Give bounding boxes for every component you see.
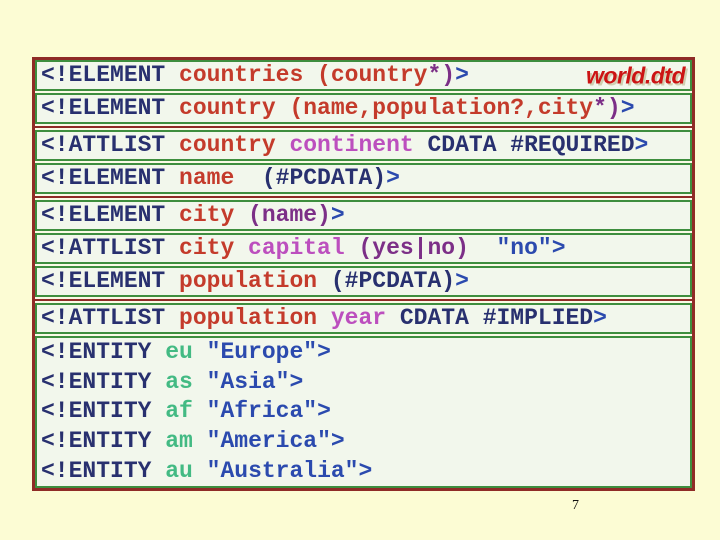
code-token: countries (country (179, 62, 428, 88)
code-token: "Asia"> (206, 368, 304, 395)
code-token: country (179, 132, 290, 158)
code-token: (#PCDATA) (248, 165, 387, 191)
code-token: <!ATTLIST (41, 305, 180, 331)
code-token: <!ENTITY (41, 398, 166, 425)
code-token: <!ELEMENT (41, 268, 180, 294)
dtd-line: <!ELEMENT name (#PCDATA) > (35, 163, 692, 194)
code-token: <!ENTITY (41, 368, 166, 395)
code-token: country (name,population?,city (179, 95, 594, 121)
code-token: *) (593, 95, 621, 121)
code-token: *) (427, 62, 456, 88)
dtd-line: <!ENTITY af "Africa"> (41, 397, 690, 426)
code-token: eu (165, 339, 207, 366)
dtd-line: <!ATTLIST city capital (yes|no) "no"> (35, 233, 692, 264)
group-divider (35, 126, 692, 128)
code-token: <!ENTITY (41, 339, 166, 366)
code-token: <!ATTLIST (41, 235, 180, 261)
group-divider (35, 299, 692, 301)
code-token: <!ENTITY (41, 457, 166, 484)
dtd-code-box: <!ELEMENT countries (country *) > world.dtd… (32, 57, 695, 491)
code-token: <!ELEMENT (41, 62, 180, 88)
code-token: "Europe"> (206, 339, 331, 366)
code-token: population (179, 268, 331, 294)
code-token: population (179, 305, 331, 331)
code-token: continent (289, 132, 428, 158)
code-token: capital (248, 235, 359, 261)
code-token: <!ELEMENT (41, 95, 180, 121)
code-token: as (165, 368, 207, 395)
dtd-line: <!ENTITY am "America"> (41, 427, 690, 456)
group-divider (35, 196, 692, 198)
code-token: <!ENTITY (41, 428, 166, 455)
code-token: > (455, 268, 469, 294)
code-token: > (455, 62, 469, 88)
code-token: CDATA #IMPLIED (399, 305, 594, 331)
page-number: 7 (572, 498, 579, 513)
code-token: > (330, 202, 345, 228)
code-token: "Australia"> (206, 457, 373, 484)
code-token: > (620, 95, 635, 121)
code-token: year (330, 305, 400, 331)
code-token: (yes|no) (358, 235, 469, 261)
dtd-line: <!ENTITY eu "Europe"> (41, 338, 690, 367)
code-token: CDATA #REQUIRED (427, 132, 635, 158)
code-token: name (179, 165, 249, 191)
dtd-line: <!ELEMENT population (#PCDATA) > (35, 266, 692, 297)
code-token: > (593, 305, 607, 331)
code-token: "no"> (468, 235, 566, 261)
entity-group: <!ENTITY eu "Europe"> <!ENTITY as "Asia">… (35, 336, 692, 488)
dtd-line: <!ATTLIST population year CDATA #IMPLIED… (35, 303, 692, 334)
code-token: <!ELEMENT (41, 202, 180, 228)
dtd-line: <!ENTITY au "Australia"> (41, 457, 690, 486)
code-token: au (165, 457, 207, 484)
code-token: "America"> (206, 428, 345, 455)
dtd-line: <!ELEMENT country (name,population?,city… (35, 93, 692, 124)
code-token: <!ELEMENT (41, 165, 180, 191)
dtd-line: <!ATTLIST country continent CDATA #REQUI… (35, 130, 692, 161)
code-token: city (179, 202, 249, 228)
code-token: > (634, 132, 649, 158)
dtd-line: <!ENTITY as "Asia"> (41, 368, 690, 397)
code-token: city (179, 235, 249, 261)
code-token: am (165, 428, 207, 455)
dtd-line: <!ELEMENT countries (country *) > world.dtd (35, 60, 692, 91)
code-token: <!ATTLIST (41, 132, 180, 158)
code-token: > (386, 165, 400, 191)
slide: <!ELEMENT countries (country *) > world.dtd… (0, 0, 720, 540)
dtd-line: <!ELEMENT city (name) > (35, 200, 692, 231)
code-token: af (165, 398, 207, 425)
file-name-label: world.dtd (586, 62, 685, 88)
code-token: "Africa"> (206, 398, 331, 425)
code-token: (name) (248, 202, 331, 228)
code-token: (#PCDATA) (330, 268, 456, 294)
